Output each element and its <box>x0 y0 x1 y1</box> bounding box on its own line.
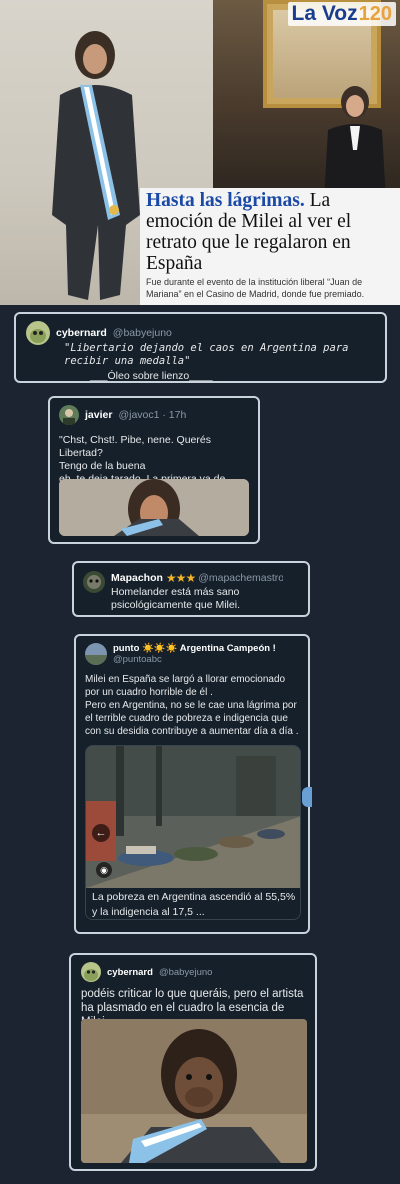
street-photo <box>86 746 300 888</box>
user-name[interactable]: punto ☀️☀️☀️ Argentina Campeón ! <box>113 643 276 654</box>
tweet-header: Mapachon ★★★ @mapachemastro <box>111 571 299 585</box>
user-name[interactable]: cybernard <box>56 327 107 339</box>
tweet-card[interactable]: javier @javoc1 · 17h "Chst, Chst!. Pibe,… <box>48 396 260 544</box>
side-scroll-handle[interactable] <box>302 787 312 807</box>
la-voz-logo: La Voz 120 <box>287 2 396 26</box>
lens-search-icon[interactable]: ◉ <box>96 862 112 878</box>
user-handle[interactable]: @mapachemastro <box>198 572 283 584</box>
star-icons: ★★★ <box>165 571 196 585</box>
tweet-header: punto ☀️☀️☀️ Argentina Campeón ! @puntoa… <box>85 643 299 665</box>
tweet-card[interactable]: cybernard @babyejuno podéis criticar lo … <box>69 953 317 1171</box>
article-headline-box: Hasta las lágrimas. La emoción de Milei … <box>140 188 400 305</box>
user-block: punto ☀️☀️☀️ Argentina Campeón ! @puntoa… <box>113 643 276 665</box>
tweet-row: Mapachon ★★★ @mapachemastro Homelander e… <box>83 571 299 612</box>
event-photo <box>213 0 400 190</box>
screenshot-collage: La Voz 120 Hasta las lágrimas. La emoció… <box>0 0 400 1184</box>
tweet-content: Mapachon ★★★ @mapachemastro Homelander e… <box>111 571 299 612</box>
tweet-image[interactable] <box>59 479 249 536</box>
avatar[interactable] <box>26 321 50 345</box>
user-handle[interactable]: @babyejuno <box>159 967 213 978</box>
street-photo-art <box>86 746 300 888</box>
article-header: La Voz 120 Hasta las lágrimas. La emoció… <box>0 0 400 305</box>
tweet-text: "Libertario dejando el caos en Argentina… <box>64 342 349 367</box>
tweet-caption: ___Óleo sobre lienzo____ <box>90 370 213 382</box>
user-name[interactable]: javier <box>85 409 112 421</box>
tweet-header: javier @javoc1 · 17h <box>59 405 249 425</box>
tweet-header: cybernard @babyejuno <box>81 962 305 982</box>
logo-number: 120 <box>358 2 392 25</box>
article-subtitle: Fue durante el evento de la institución … <box>146 277 365 299</box>
user-name[interactable]: cybernard <box>107 967 153 978</box>
avatar[interactable] <box>85 643 107 665</box>
logo-text: La Voz <box>291 2 358 25</box>
tweet-image[interactable] <box>81 1019 307 1163</box>
tweet-card[interactable]: Mapachon ★★★ @mapachemastro Homelander e… <box>72 561 310 617</box>
user-name[interactable]: Mapachon <box>111 572 163 584</box>
link-card-title[interactable]: La pobreza en Argentina ascendió al 55,5… <box>86 888 300 919</box>
tweet-text: Homelander está más sano psicológicament… <box>111 586 240 611</box>
milei-photo-figure <box>324 86 386 190</box>
avatar[interactable] <box>81 962 101 982</box>
user-handle[interactable]: @javoc1 · 17h <box>118 409 186 421</box>
avatar[interactable] <box>59 405 79 425</box>
link-card[interactable]: ← ◉ La pobreza en Argentina ascendió al … <box>85 745 301 920</box>
portrait-crop-image <box>59 479 249 536</box>
tweet-card[interactable]: cybernard @babyejuno "Libertario dejando… <box>14 312 387 383</box>
article-title: Hasta las lágrimas. La emoción de Milei … <box>146 190 394 274</box>
tweet-text: Milei en España se largó a llorar emocio… <box>85 674 299 737</box>
user-handle[interactable]: @puntoabc <box>113 654 276 665</box>
avatar[interactable] <box>83 571 105 593</box>
tweet-card[interactable]: punto ☀️☀️☀️ Argentina Campeón ! @puntoa… <box>74 634 312 934</box>
back-arrow-icon[interactable]: ← <box>92 824 110 842</box>
title-bold: Hasta las lágrimas. <box>146 190 305 211</box>
user-handle[interactable]: @babyejuno <box>113 327 172 339</box>
ape-portrait-image <box>81 1019 307 1163</box>
